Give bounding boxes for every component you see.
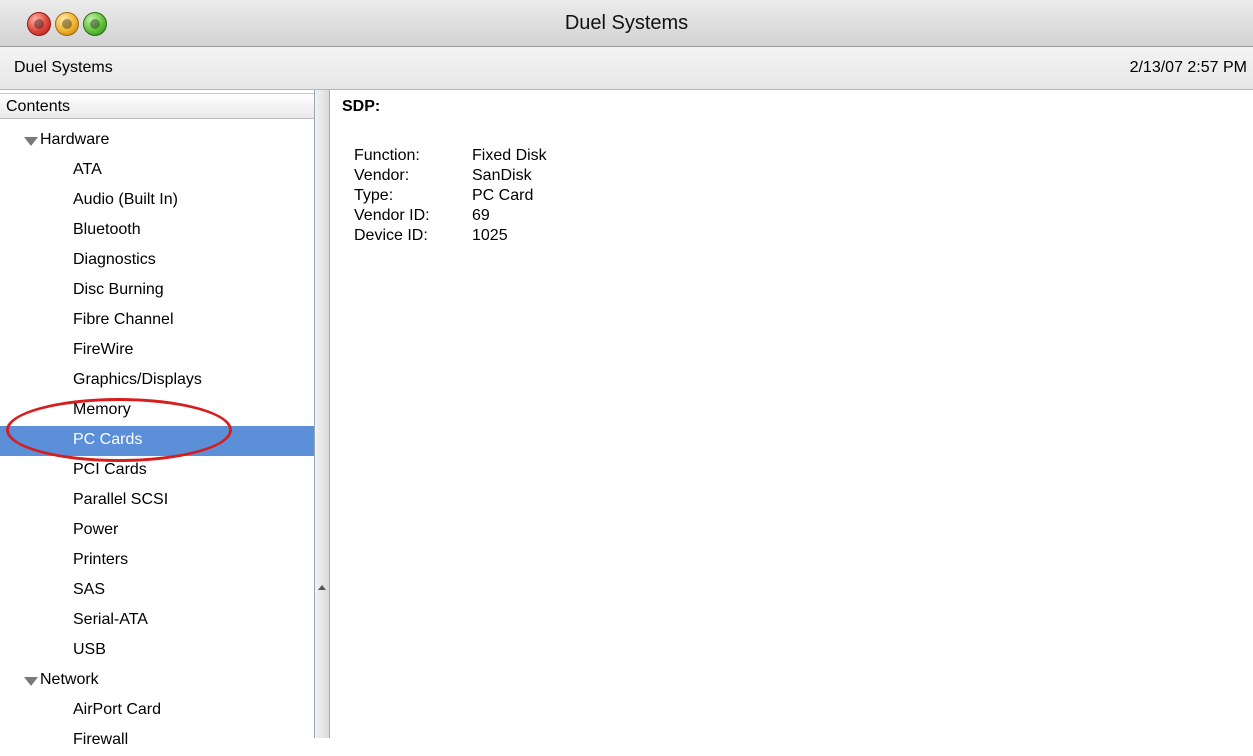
- property-row: Type: PC Card: [354, 186, 547, 206]
- property-value: Fixed Disk: [472, 147, 547, 164]
- tree-item-label: PC Cards: [73, 431, 143, 448]
- tree-item-label: Printers: [73, 551, 129, 568]
- tree-item-firewire[interactable]: FireWire: [0, 336, 314, 366]
- property-value: 1025: [472, 227, 508, 244]
- computer-name: Duel Systems: [14, 59, 113, 76]
- property-value: PC Card: [472, 187, 534, 204]
- tree-item-label: USB: [73, 641, 106, 658]
- tree-item-label: Firewall: [73, 731, 129, 748]
- tree-item-label: AirPort Card: [73, 701, 162, 718]
- tree-item-ata[interactable]: ATA: [0, 156, 314, 186]
- timestamp: 2/13/07 2:57 PM: [1129, 59, 1247, 76]
- disclosure-triangle-icon[interactable]: [24, 137, 38, 146]
- tree-item-label: PCI Cards: [73, 461, 147, 478]
- property-value: SanDisk: [472, 167, 532, 184]
- info-bar: Duel Systems 2/13/07 2:57 PM: [0, 47, 1253, 90]
- tree-item-disc-burning[interactable]: Disc Burning: [0, 276, 314, 306]
- property-row: Vendor: SanDisk: [354, 166, 547, 186]
- detail-pane: SDP: Function: Fixed Disk Vendor: SanDisk Ty…: [330, 90, 1253, 738]
- property-key: Device ID:: [354, 227, 428, 244]
- tree-item-airport-card[interactable]: AirPort Card: [0, 696, 314, 726]
- contents-sidebar: Contents Hardware ATA Audio (Built In) Blue…: [0, 90, 315, 748]
- tree-item-label: FireWire: [73, 341, 134, 358]
- tree-item-label: Bluetooth: [73, 221, 141, 238]
- contents-header[interactable]: Contents: [0, 93, 314, 119]
- collapse-arrow-icon[interactable]: [318, 585, 326, 590]
- tree-item-parallel-scsi[interactable]: Parallel SCSI: [0, 486, 314, 516]
- tree-item-label: ATA: [73, 161, 102, 178]
- tree-item-pci-cards[interactable]: PCI Cards: [0, 456, 314, 486]
- tree-item-usb[interactable]: USB: [0, 636, 314, 666]
- tree-item-memory[interactable]: Memory: [0, 396, 314, 426]
- tree-item-graphics-displays[interactable]: Graphics/Displays: [0, 366, 314, 396]
- tree-item-serial-ata[interactable]: Serial-ATA: [0, 606, 314, 636]
- tree-item-diagnostics[interactable]: Diagnostics: [0, 246, 314, 276]
- property-row: Function: Fixed Disk: [354, 146, 547, 166]
- tree-item-label: SAS: [73, 581, 106, 598]
- property-key: Vendor:: [354, 167, 410, 184]
- property-key: Function:: [354, 147, 420, 164]
- property-key: Type:: [354, 187, 394, 204]
- tree-group-hardware[interactable]: Hardware: [0, 126, 314, 156]
- property-key: Vendor ID:: [354, 207, 430, 224]
- tree-item-label: Graphics/Displays: [73, 371, 202, 388]
- tree-item-power[interactable]: Power: [0, 516, 314, 546]
- section-title: SDP:: [342, 98, 381, 115]
- disclosure-triangle-icon[interactable]: [24, 677, 38, 686]
- tree-item-label: Diagnostics: [73, 251, 156, 268]
- tree-item-label: Memory: [73, 401, 131, 418]
- tree-item-printers[interactable]: Printers: [0, 546, 314, 576]
- property-value: 69: [472, 207, 490, 224]
- tree-item-audio-built-in[interactable]: Audio (Built In): [0, 186, 314, 216]
- window-titlebar: Duel Systems: [0, 0, 1253, 47]
- tree-item-sas[interactable]: SAS: [0, 576, 314, 606]
- split-view-divider[interactable]: [315, 90, 330, 738]
- window-title: Duel Systems: [564, 12, 689, 34]
- tree-group-network[interactable]: Network: [0, 666, 314, 696]
- tree-item-label: Fibre Channel: [73, 311, 174, 328]
- property-row: Vendor ID: 69: [354, 206, 547, 226]
- tree-item-label: Audio (Built In): [73, 191, 178, 208]
- property-list: Function: Fixed Disk Vendor: SanDisk Type: PC…: [354, 146, 547, 246]
- tree-item-label: Disc Burning: [73, 281, 164, 298]
- contents-tree: Hardware ATA Audio (Built In) Bluetooth Diag…: [0, 126, 314, 756]
- tree-item-label: Power: [73, 521, 119, 538]
- tree-item-label: Parallel SCSI: [73, 491, 169, 508]
- tree-item-firewall[interactable]: Firewall: [0, 726, 314, 756]
- tree-item-bluetooth[interactable]: Bluetooth: [0, 216, 314, 246]
- property-row: Device ID: 1025: [354, 226, 547, 246]
- tree-item-pc-cards[interactable]: PC Cards: [0, 426, 314, 456]
- tree-item-label: Serial-ATA: [73, 611, 148, 628]
- tree-item-fibre-channel[interactable]: Fibre Channel: [0, 306, 314, 336]
